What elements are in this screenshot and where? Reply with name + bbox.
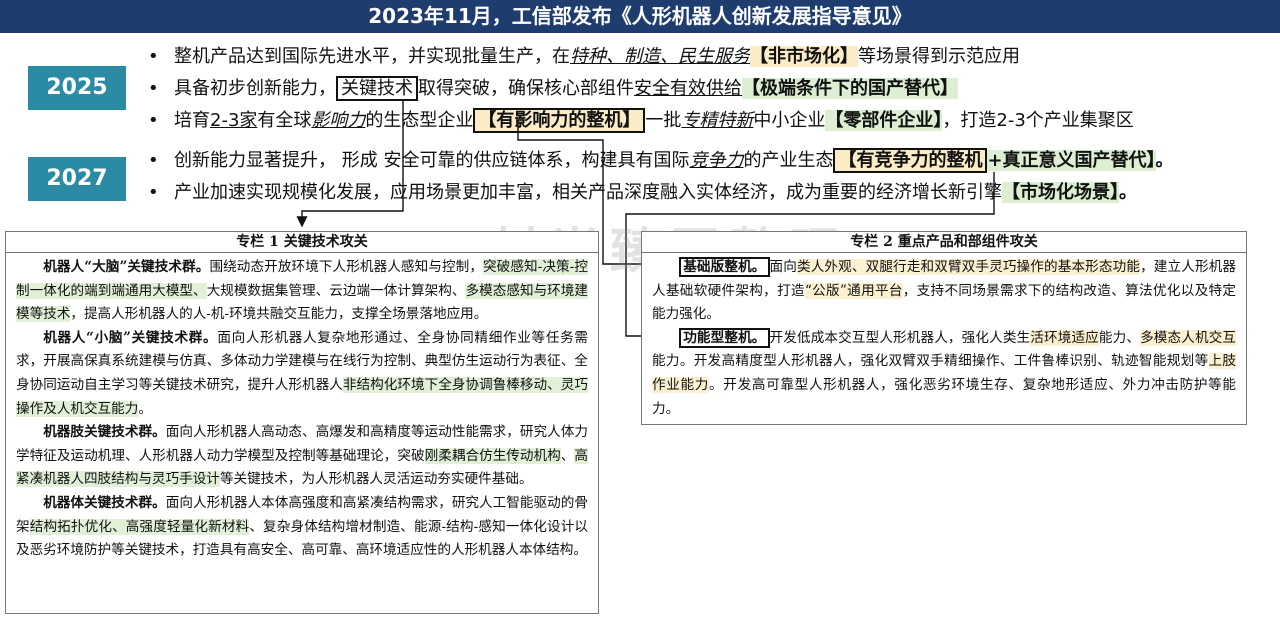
panel-key-products: 专栏 2 重点产品和部组件攻关 基础版整机。 面向类人外观、双腿行走和双臂双手灵巧…: [641, 231, 1247, 425]
panel1-para-brain: 机器人“大脑”关键技术群。围绕动态开放环境下人形机器人感知与控制，突破感知-决策…: [16, 259, 589, 323]
panel1-para-body: 机器体关键技术群。面向人形机器人本体高强度和高紧凑结构需求，研究人工智能驱动的骨…: [16, 494, 589, 559]
panel1-para-limbs: 机器肢关键技术群。面向人形机器人高动态、高爆发和高精度等运动性能需求，研究人体力…: [16, 424, 589, 488]
basic-robot-tag: 基础版整机。: [679, 257, 770, 277]
functional-robot-tag: 功能型整机。: [679, 327, 770, 348]
panel2-para-basic: 基础版整机。 面向类人外观、双腿行走和双臂双手灵巧操作的基本形态功能，建立人形机器…: [652, 257, 1237, 323]
panel-title: 专栏 1 关键技术攻关: [6, 232, 598, 253]
panel2-para-functional: 功能型整机。 开发低成本交互型人形机器人，强化人类生活环境适应能力、多模态人机交互…: [652, 327, 1237, 417]
panel-title: 专栏 2 重点产品和部组件攻关: [642, 232, 1246, 253]
panel-key-technologies: 专栏 1 关键技术攻关 机器人“大脑”关键技术群。围绕动态开放环境下人形机器人感…: [5, 231, 599, 614]
panel1-para-cerebellum: 机器人“小脑”关键技术群。面向人形机器人复杂地形通过、全身协同精细作业等任务需求…: [16, 329, 589, 417]
